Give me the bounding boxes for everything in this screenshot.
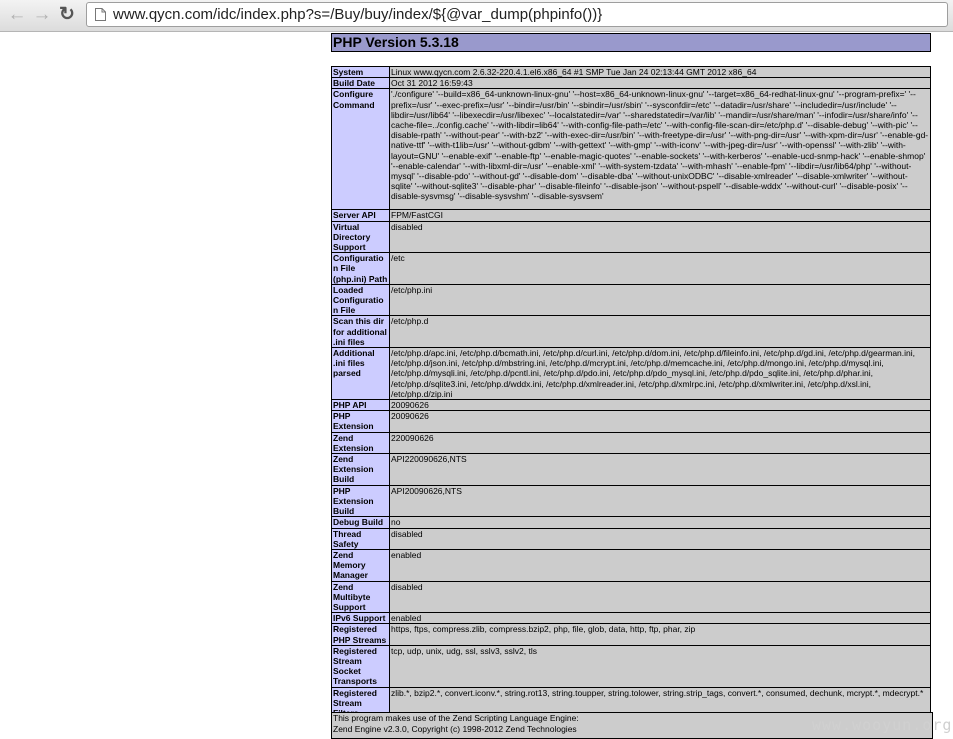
info-row: Configure Command './configure' '--build=… — [331, 88, 931, 211]
info-label: Loaded Configuration File — [331, 283, 390, 317]
page-icon — [95, 8, 106, 21]
info-row: PHP Extension Build API20090626,NTS — [331, 484, 931, 518]
info-label: System — [331, 65, 390, 79]
info-row: Thread Safety disabled — [331, 527, 931, 550]
info-row: Registered Stream Socket Transports tcp, … — [331, 644, 931, 688]
info-value: 20090626 — [389, 410, 931, 433]
reload-icon: ↻ — [59, 4, 75, 25]
info-value: './configure' '--build=x86_64-unknown-li… — [389, 88, 931, 211]
info-value: 20090626 — [389, 399, 931, 412]
info-value: disabled — [389, 220, 931, 254]
info-row: Zend Extension 220090626 — [331, 431, 931, 455]
info-value: /etc/php.d — [389, 315, 931, 349]
info-row: Virtual Directory Support disabled — [331, 220, 931, 254]
forward-arrow-icon: → — [32, 4, 52, 25]
back-arrow-icon: ← — [7, 4, 27, 25]
info-label: Zend Extension Build — [331, 453, 390, 486]
info-label: Build Date — [331, 77, 390, 90]
info-value: disabled — [389, 527, 931, 550]
info-value: Linux www.qycn.com 2.6.32-220.4.1.el6.x8… — [389, 65, 931, 79]
info-label: Thread Safety — [331, 527, 390, 550]
info-label: Zend Extension — [331, 431, 390, 455]
phpinfo-content: PHP Version 5.3.18 System Linux www.qycn.… — [331, 33, 931, 720]
info-value: /etc/php.d/apc.ini, /etc/php.d/bcmath.in… — [389, 347, 931, 401]
browser-toolbar: ← → ↻ www.qycn.com/idc/index.php?s=/Buy/… — [0, 0, 953, 32]
info-value: API220090626,NTS — [389, 453, 931, 486]
back-button[interactable]: ← — [6, 4, 28, 26]
info-row: PHP Extension 20090626 — [331, 410, 931, 433]
info-label: Scan this dir for additional .ini files — [331, 315, 390, 349]
info-label: Configuration File (php.ini) Path — [331, 252, 390, 285]
info-label: Server API — [331, 209, 390, 222]
info-row: Scan this dir for additional .ini files /… — [331, 315, 931, 349]
url-text: www.qycn.com/idc/index.php?s=/Buy/buy/in… — [113, 6, 603, 23]
info-value: FPM/FastCGI — [389, 209, 931, 222]
info-value: /etc/php.ini — [389, 283, 931, 317]
info-row: Zend Multibyte Support disabled — [331, 580, 931, 614]
reload-button[interactable]: ↻ — [56, 4, 78, 26]
info-value: 220090626 — [389, 431, 931, 455]
info-label: Zend Memory Manager — [331, 548, 390, 582]
info-row: Build Date Oct 31 2012 16:59:43 — [331, 77, 931, 90]
info-label: PHP Extension — [331, 410, 390, 433]
info-row: IPv6 Support enabled — [331, 612, 931, 625]
info-label: Configure Command — [331, 88, 390, 211]
info-value: /etc — [389, 252, 931, 285]
info-value: enabled — [389, 612, 931, 625]
info-row: Debug Build no — [331, 516, 931, 529]
info-label: PHP Extension Build — [331, 484, 390, 518]
info-row: System Linux www.qycn.com 2.6.32-220.4.1.… — [331, 65, 931, 79]
info-label: IPv6 Support — [331, 612, 390, 625]
info-row: Loaded Configuration File/etc/php.ini — [331, 283, 931, 317]
info-row: PHP API 20090626 — [331, 399, 931, 412]
phpinfo-table: System Linux www.qycn.com 2.6.32-220.4.1.… — [331, 65, 931, 720]
info-label: Registered PHP Streams — [331, 623, 390, 646]
info-label: PHP API — [331, 399, 390, 412]
info-label: Registered Stream Socket Transports — [331, 644, 390, 688]
info-label: Virtual Directory Support — [331, 220, 390, 254]
info-value: disabled — [389, 580, 931, 614]
info-label: Debug Build — [331, 516, 390, 529]
info-row: Zend Extension Build API220090626,NTS — [331, 453, 931, 486]
address-bar[interactable]: www.qycn.com/idc/index.php?s=/Buy/buy/in… — [86, 2, 948, 27]
info-row: Registered PHP Streams https, ftps, compr… — [331, 623, 931, 646]
info-value: Oct 31 2012 16:59:43 — [389, 77, 931, 90]
info-value: API20090626,NTS — [389, 484, 931, 518]
info-row: Additional .ini files parsed/etc/php.d/a… — [331, 347, 931, 401]
info-label: Additional .ini files parsed — [331, 347, 390, 401]
info-row: Server API FPM/FastCGI — [331, 209, 931, 222]
info-row: Zend Memory Manager enabled — [331, 548, 931, 582]
info-row: Configuration File (php.ini) Path/etc — [331, 252, 931, 285]
info-value: no — [389, 516, 931, 529]
watermark: www.wooyun.org — [812, 716, 953, 734]
page-title: PHP Version 5.3.18 — [331, 33, 931, 52]
forward-button[interactable]: → — [31, 4, 53, 26]
info-value: tcp, udp, unix, udg, ssl, sslv3, sslv2, … — [389, 644, 931, 688]
info-value: enabled — [389, 548, 931, 582]
info-value: https, ftps, compress.zlib, compress.bzi… — [389, 623, 931, 646]
info-label: Zend Multibyte Support — [331, 580, 390, 614]
